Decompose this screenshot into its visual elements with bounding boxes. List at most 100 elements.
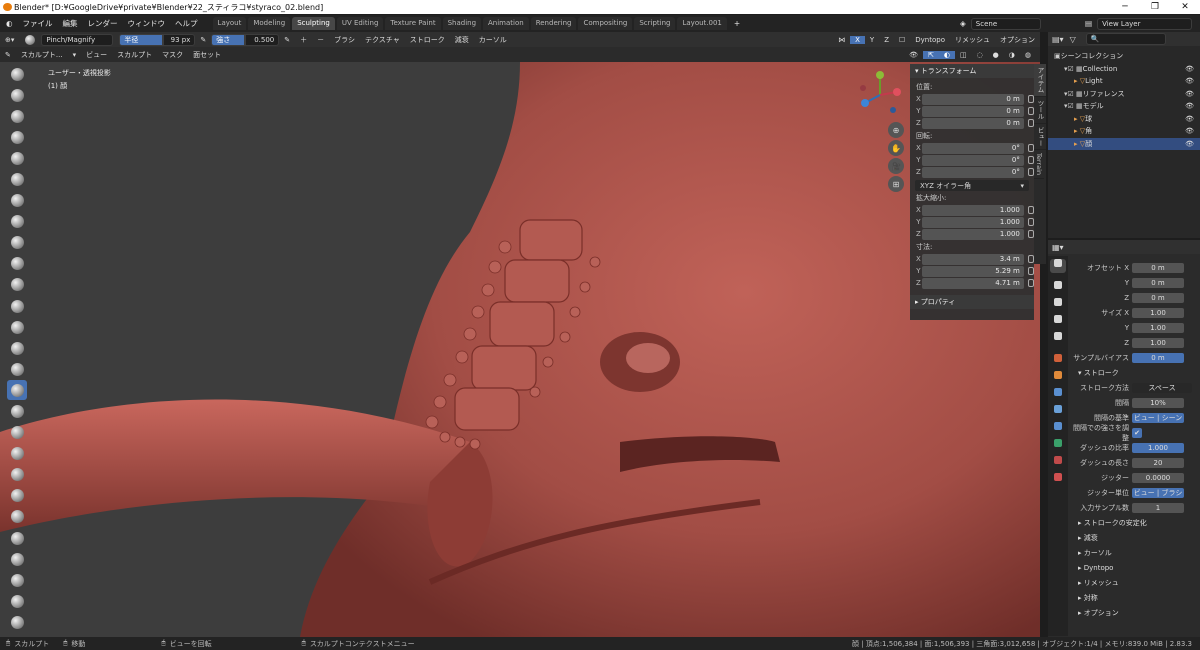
- sculpt-brush-icon[interactable]: [7, 127, 27, 147]
- dyntopo-checkbox[interactable]: ☐: [894, 36, 910, 44]
- outliner-item[interactable]: ▸ ▽ 顔 👁: [1048, 137, 1200, 150]
- outliner-editor-icon[interactable]: ▤▾: [1052, 35, 1064, 44]
- properties-tab-icon[interactable]: [1050, 332, 1066, 346]
- outliner-search-input[interactable]: 🔍: [1085, 33, 1166, 45]
- transform-value-field[interactable]: 0°: [921, 142, 1024, 154]
- property-value[interactable]: 1: [1132, 502, 1184, 513]
- add-workspace-button[interactable]: +: [729, 19, 745, 28]
- properties-tab-icon[interactable]: [1050, 259, 1066, 273]
- transform-value-field[interactable]: 1.000: [921, 216, 1024, 228]
- tab-workspace[interactable]: UV Editing: [336, 17, 384, 30]
- sculpt-brush-icon[interactable]: [7, 317, 27, 337]
- strength-value[interactable]: 0.500: [245, 33, 280, 46]
- sculpt-brush-icon[interactable]: [7, 444, 27, 464]
- eye-icon[interactable]: 👁: [1185, 77, 1194, 85]
- property-value[interactable]: 1.00: [1132, 337, 1184, 348]
- rotation-mode-dropdown[interactable]: XYZ オイラー角 ▾: [915, 180, 1029, 191]
- panel-header[interactable]: ▸ ストロークの安定化: [1070, 518, 1147, 528]
- gizmo-toggle-icon[interactable]: ⇱: [922, 50, 939, 59]
- eye-icon[interactable]: 👁: [1185, 90, 1194, 98]
- outliner-item[interactable]: ▸ ▽ 角 👁: [1048, 125, 1200, 138]
- outliner-item[interactable]: ▸ ▽ Light 👁: [1048, 75, 1200, 88]
- stroke-menu[interactable]: ストローク: [405, 35, 450, 45]
- blender-menu-icon[interactable]: ◐: [0, 19, 18, 28]
- shading-material-icon[interactable]: ◑: [1004, 51, 1020, 59]
- symmetry-x-toggle[interactable]: X: [850, 35, 865, 44]
- symmetry-y-toggle[interactable]: Y: [865, 36, 879, 44]
- close-button[interactable]: ✕: [1170, 0, 1200, 14]
- eye-icon[interactable]: 👁: [1185, 65, 1194, 73]
- property-value[interactable]: 0 m: [1132, 352, 1184, 363]
- panel-header[interactable]: ▸ Dyntopo: [1070, 564, 1113, 572]
- sidebar-tab[interactable]: ツール: [1034, 97, 1046, 124]
- transform-value-field[interactable]: 0°: [921, 154, 1024, 166]
- sculpt-brush-icon[interactable]: [7, 402, 27, 422]
- property-value[interactable]: 20: [1132, 457, 1184, 468]
- menu-item[interactable]: レンダー: [83, 18, 123, 29]
- view-layer-field[interactable]: View Layer: [1097, 17, 1193, 30]
- properties-tab-icon[interactable]: [1050, 298, 1066, 312]
- texture-menu[interactable]: テクスチャ: [360, 35, 405, 45]
- sculpt-brush-icon[interactable]: [7, 591, 27, 611]
- shading-solid-icon[interactable]: ●: [988, 51, 1004, 59]
- outliner-item[interactable]: ▣ シーンコレクション: [1048, 50, 1200, 63]
- property-value[interactable]: 0 m: [1132, 262, 1184, 273]
- sculpt-brush-icon[interactable]: [7, 275, 27, 295]
- menu-item[interactable]: ヘルプ: [170, 18, 203, 29]
- panel-header[interactable]: ▸ 対称: [1070, 593, 1098, 603]
- tab-workspace[interactable]: Texture Paint: [385, 17, 441, 30]
- eye-icon[interactable]: 👁: [1185, 140, 1194, 148]
- property-value[interactable]: 0.0000: [1132, 472, 1184, 483]
- tab-workspace[interactable]: Compositing: [578, 17, 633, 30]
- properties-tab-icon[interactable]: [1050, 439, 1066, 453]
- property-value[interactable]: スペース: [1132, 382, 1192, 393]
- properties-tab-icon[interactable]: [1050, 371, 1066, 385]
- viewport-menu-item[interactable]: 面セット: [188, 50, 226, 60]
- symmetry-z-toggle[interactable]: Z: [879, 36, 894, 44]
- sculpt-brush-icon[interactable]: [7, 212, 27, 232]
- grid-icon[interactable]: ⊞: [888, 176, 904, 192]
- menu-item[interactable]: ファイル: [18, 18, 58, 29]
- falloff-menu[interactable]: 減衰: [450, 35, 474, 45]
- shading-wire-icon[interactable]: ◌: [972, 51, 988, 59]
- sculpt-brush-icon[interactable]: [7, 423, 27, 443]
- sculpt-brush-icon[interactable]: [7, 486, 27, 506]
- dyntopo-menu[interactable]: Dyntopo: [910, 36, 950, 44]
- sculpt-brush-icon[interactable]: [7, 148, 27, 168]
- brush-menu[interactable]: ブラシ: [329, 35, 360, 45]
- transform-value-field[interactable]: 4.71 m: [921, 277, 1024, 289]
- filter-icon[interactable]: ▽: [1070, 35, 1076, 44]
- sculpt-brush-icon[interactable]: [7, 169, 27, 189]
- property-value[interactable]: 10%: [1132, 397, 1184, 408]
- radius-label[interactable]: 半径: [119, 33, 164, 46]
- properties-editor-icon[interactable]: ▦▾: [1052, 243, 1064, 252]
- sculpt-brush-icon[interactable]: [7, 465, 27, 485]
- properties-tab-icon[interactable]: [1050, 422, 1066, 436]
- property-value[interactable]: ビュー | シーン: [1132, 412, 1184, 423]
- tab-workspace[interactable]: Layout.001: [677, 17, 727, 30]
- panel-header[interactable]: ▾ ストローク: [1070, 368, 1119, 378]
- lock-icon[interactable]: [1027, 267, 1034, 275]
- strength-label[interactable]: 強さ: [211, 33, 246, 46]
- remesh-menu[interactable]: リメッシュ: [950, 35, 995, 45]
- eye-icon[interactable]: 👁: [1185, 102, 1194, 110]
- transform-value-field[interactable]: 1.000: [921, 228, 1024, 240]
- zoom-icon[interactable]: ⊕: [888, 122, 904, 138]
- sculpt-brush-icon[interactable]: [7, 612, 27, 632]
- cursor-menu[interactable]: カーソル: [474, 35, 512, 45]
- add-direction-button[interactable]: ＋: [295, 35, 312, 45]
- tab-workspace[interactable]: Sculpting: [292, 17, 335, 30]
- sculpt-brush-icon[interactable]: [7, 359, 27, 379]
- 3d-viewport[interactable]: ユーザー・透視投影 (1) 顔 ⊕ ✋ 🎥 ⊞: [0, 62, 1040, 637]
- panel-header[interactable]: ▸ カーソル: [1070, 548, 1112, 558]
- tab-workspace[interactable]: Shading: [442, 17, 482, 30]
- transform-value-field[interactable]: 3.4 m: [921, 253, 1024, 265]
- transform-panel-title[interactable]: トランスフォーム: [921, 66, 977, 76]
- sidebar-tab[interactable]: アイテム: [1034, 64, 1046, 97]
- transform-value-field[interactable]: 1.000: [921, 204, 1024, 216]
- view-layer-icon[interactable]: ▤: [1080, 19, 1097, 28]
- transform-value-field[interactable]: 0°: [921, 166, 1024, 178]
- outliner-item[interactable]: ▾☑ ▦ リファレンス 👁: [1048, 88, 1200, 101]
- outliner-item[interactable]: ▾☑ ▦ モデル 👁: [1048, 100, 1200, 113]
- menu-item[interactable]: ウィンドウ: [123, 18, 171, 29]
